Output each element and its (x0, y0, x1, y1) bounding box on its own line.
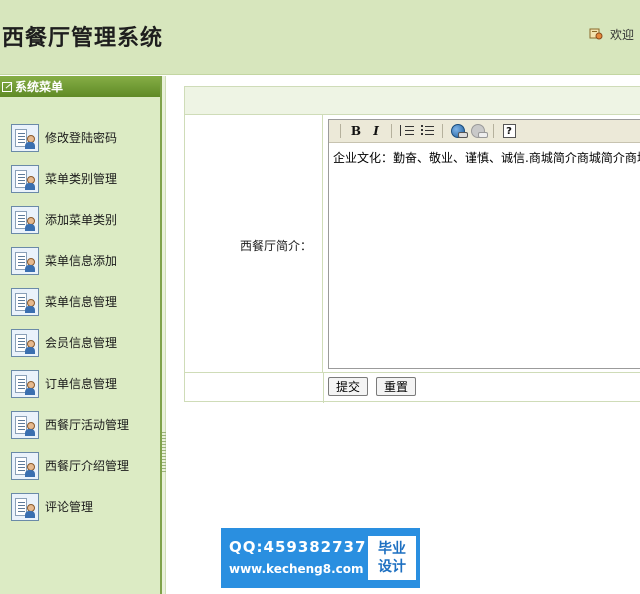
italic-button[interactable]: I (366, 122, 386, 140)
welcome-text: 欢迎 (610, 28, 635, 42)
help-button[interactable]: ? (499, 122, 519, 140)
unlink-icon (471, 124, 488, 138)
sidebar-item-label: 菜单信息添加 (45, 254, 118, 268)
user-list-icon (11, 205, 39, 234)
sidebar-item-label: 西餐厅介绍管理 (45, 459, 130, 473)
remove-link-button[interactable] (468, 122, 488, 140)
user-list-icon (11, 369, 39, 398)
label-cell: 西餐厅简介： (185, 115, 323, 373)
submit-button[interactable]: 提交 (328, 377, 369, 396)
app-title: 西餐厅管理系统 (2, 26, 164, 51)
sidebar-item-label: 会员信息管理 (45, 336, 118, 350)
sidebar-item-menu-info-manage[interactable]: 菜单信息管理 (0, 281, 160, 322)
app-header: 西餐厅管理系统 欢迎 (0, 0, 640, 75)
sidebar-heading-label: 系统菜单 (15, 80, 64, 94)
watermark-text: QQ:459382737 www.kecheng8.com (221, 536, 366, 580)
sidebar-item-label: 菜单信息管理 (45, 295, 118, 309)
sidebar-item-label: 评论管理 (45, 500, 94, 514)
editor-content[interactable]: 企业文化：勤奋、敬业、谨慎、诚信.商城简介商城简介商城 (329, 143, 640, 172)
sidebar-item-label: 添加菜单类别 (45, 213, 118, 227)
edit-icon (2, 81, 12, 92)
ordered-list-icon (400, 125, 414, 137)
sidebar-item-menu-category-manage[interactable]: 菜单类别管理 (0, 158, 160, 199)
watermark-qq: QQ:459382737 (229, 538, 367, 556)
rich-text-editor[interactable]: B I ? 企业文化：勤奋、敬业、谨慎、诚信.商城简介商城简介商城 (328, 119, 640, 369)
welcome-area: 欢迎 (589, 26, 634, 43)
sidebar-item-order-manage[interactable]: 订单信息管理 (0, 363, 160, 404)
user-list-icon (11, 246, 39, 275)
help-icon: ? (502, 124, 516, 138)
user-list-icon (11, 451, 39, 480)
link-icon (451, 124, 468, 138)
bold-button[interactable]: B (346, 122, 366, 140)
cell-divider (323, 373, 324, 403)
user-list-icon (11, 410, 39, 439)
sidebar-item-add-menu-category[interactable]: 添加菜单类别 (0, 199, 160, 240)
sidebar-menu: 修改登陆密码 菜单类别管理 添加菜单类别 菜单信息添加 菜单信息管理 会员信息管… (0, 97, 160, 527)
sidebar-item-comment-manage[interactable]: 评论管理 (0, 486, 160, 527)
toolbar-separator (340, 124, 341, 138)
sidebar-item-label: 菜单类别管理 (45, 172, 118, 186)
sidebar-item-label: 西餐厅活动管理 (45, 418, 130, 432)
form-row-buttons: 提交 重置 (185, 373, 640, 403)
splitter-grip[interactable] (162, 432, 166, 472)
watermark-banner: QQ:459382737 www.kecheng8.com 毕业 设计 (221, 528, 420, 588)
sidebar-heading: 系统菜单 (0, 76, 160, 97)
sidebar-splitter[interactable] (162, 76, 166, 594)
user-list-icon (11, 492, 39, 521)
sidebar-item-member-manage[interactable]: 会员信息管理 (0, 322, 160, 363)
sidebar: 系统菜单 修改登陆密码 菜单类别管理 添加菜单类别 菜单信息添加 菜单信息管理 … (0, 76, 162, 594)
sidebar-item-intro-manage[interactable]: 西餐厅介绍管理 (0, 445, 160, 486)
unordered-list-icon (420, 125, 434, 137)
sidebar-item-activity-manage[interactable]: 西餐厅活动管理 (0, 404, 160, 445)
watermark-badge-line2: 设计 (378, 559, 406, 575)
sidebar-item-label: 订单信息管理 (45, 377, 118, 391)
toolbar-separator (493, 124, 494, 138)
user-list-icon (11, 123, 39, 152)
sidebar-item-change-password[interactable]: 修改登陆密码 (0, 117, 160, 158)
unordered-list-button[interactable] (417, 122, 437, 140)
sidebar-item-label: 修改登陆密码 (45, 131, 118, 145)
user-icon (589, 27, 604, 42)
watermark-badge: 毕业 设计 (368, 536, 416, 580)
user-list-icon (11, 328, 39, 357)
edit-form: 西餐厅简介： B I ? 企业文化：勤奋、敬业、谨慎、诚信.商城简介商城简介商城… (184, 86, 640, 403)
watermark-url: www.kecheng8.com (229, 562, 364, 576)
sidebar-item-add-menu-info[interactable]: 菜单信息添加 (0, 240, 160, 281)
insert-link-button[interactable] (448, 122, 468, 140)
user-list-icon (11, 287, 39, 316)
form-header-band (185, 87, 640, 115)
user-list-icon (11, 164, 39, 193)
editor-toolbar: B I ? (329, 120, 640, 143)
toolbar-separator (442, 124, 443, 138)
watermark-badge-line1: 毕业 (378, 541, 406, 557)
ordered-list-button[interactable] (397, 122, 417, 140)
toolbar-separator (391, 124, 392, 138)
form-row-intro: 西餐厅简介： B I ? 企业文化：勤奋、敬业、谨慎、诚信.商城简介商城简介商城 (185, 115, 640, 373)
reset-button[interactable]: 重置 (376, 377, 417, 396)
intro-field-label: 西餐厅简介： (239, 239, 312, 253)
